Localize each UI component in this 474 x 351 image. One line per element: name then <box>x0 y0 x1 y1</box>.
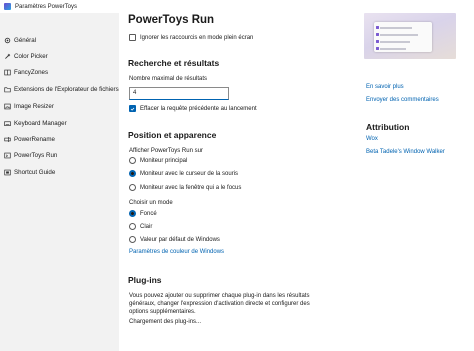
sidebar-item-shortcut-guide[interactable]: Shortcut Guide <box>0 165 119 179</box>
ignore-fullscreen-checkbox-row[interactable]: Ignorer les raccourcis en mode plein écr… <box>129 33 253 42</box>
mode-option-light[interactable]: Clair <box>129 222 152 231</box>
radio-button[interactable] <box>129 210 136 217</box>
fancyzones-icon <box>4 69 11 76</box>
clear-query-checkbox[interactable] <box>129 105 136 112</box>
sidebar-item-label: Color Picker <box>14 52 48 60</box>
max-results-input[interactable]: 4 <box>129 87 229 100</box>
sidebar-item-powertoys-run[interactable]: PowerToys Run <box>0 148 119 162</box>
sidebar-item-fancyzones[interactable]: FancyZones <box>0 65 119 79</box>
preview-card <box>374 22 432 52</box>
sidebar-item-label: PowerRename <box>14 135 55 143</box>
radio-button[interactable] <box>129 170 136 177</box>
keyboard-icon <box>4 120 11 127</box>
title-bar: Paramètres PowerToys <box>0 0 474 13</box>
window-title: Paramètres PowerToys <box>15 3 78 10</box>
preview-result-icon <box>376 26 379 29</box>
max-results-label: Nombre maximal de résultats <box>129 76 208 82</box>
position-section-title: Position et apparence <box>128 130 217 140</box>
ignore-fullscreen-checkbox[interactable] <box>129 34 136 41</box>
radio-label: Moniteur avec la fenêtre qui a le focus <box>140 184 242 191</box>
mode-label: Choisir un mode <box>129 200 173 206</box>
send-feedback-link[interactable]: Envoyer des commentaires <box>366 97 439 103</box>
sidebar-item-label: Shortcut Guide <box>14 168 56 176</box>
clear-query-label: Effacer la requête précédente au lanceme… <box>140 105 257 112</box>
radio-label: Foncé <box>140 210 157 217</box>
monitor-option-primary[interactable]: Moniteur principal <box>129 156 187 165</box>
plugins-description: Vous pouvez ajouter ou supprimer chaque … <box>129 293 310 316</box>
sidebar-item-image-resizer[interactable]: Image Resizer <box>0 99 119 113</box>
powertoys-logo-icon <box>4 3 11 10</box>
main-content: PowerToys Run Ignorer les raccourcis en … <box>119 13 355 351</box>
sidebar-item-color-picker[interactable]: Color Picker <box>0 49 119 63</box>
sidebar-item-label: Keyboard Manager <box>14 119 67 127</box>
attribution-link-wox[interactable]: Wox <box>366 136 378 142</box>
monitor-option-cursor[interactable]: Moniteur avec le curseur de la souris <box>129 169 238 178</box>
clear-query-checkbox-row[interactable]: Effacer la requête précédente au lanceme… <box>129 104 257 113</box>
sidebar-item-keyboard-manager[interactable]: Keyboard Manager <box>0 116 119 130</box>
preview-result-line <box>380 27 412 29</box>
plugins-section-title: Plug-ins <box>128 275 162 285</box>
show-on-label: Afficher PowerToys Run sur <box>129 148 203 154</box>
page-title: PowerToys Run <box>128 14 215 26</box>
sidebar-item-general[interactable]: Général <box>0 33 119 47</box>
color-picker-icon <box>4 53 11 60</box>
radio-button[interactable] <box>129 184 136 191</box>
search-section-title: Recherche et résultats <box>128 58 220 68</box>
sidebar-item-file-explorer[interactable]: Extensions de l'Explorateur de fichiers <box>0 82 119 96</box>
preview-result-icon <box>376 33 379 36</box>
preview-result-icon <box>376 47 379 50</box>
image-resizer-icon <box>4 103 11 110</box>
sidebar: Général Color Picker FancyZones Extensio… <box>0 13 119 351</box>
sidebar-item-label: PowerToys Run <box>14 151 58 159</box>
sidebar-item-label: Général <box>14 36 37 44</box>
rename-icon <box>4 136 11 143</box>
monitor-option-focus[interactable]: Moniteur avec la fenêtre qui a le focus <box>129 183 241 192</box>
mode-option-windows-default[interactable]: Valeur par défaut de Windows <box>129 235 220 244</box>
learn-more-link[interactable]: En savoir plus <box>366 84 404 90</box>
attribution-link-window-walker[interactable]: Beta Tadele's Window Walker <box>366 149 445 155</box>
sidebar-item-powerrename[interactable]: PowerRename <box>0 132 119 146</box>
sidebar-item-label: Extensions de l'Explorateur de fichiers <box>14 85 119 93</box>
preview-result-line <box>380 34 418 36</box>
preview-result-line <box>380 41 410 43</box>
mode-option-dark[interactable]: Foncé <box>129 209 157 218</box>
sidebar-item-label: FancyZones <box>14 68 49 76</box>
radio-label: Clair <box>140 223 153 230</box>
file-explorer-icon <box>4 86 11 93</box>
attribution-title: Attribution <box>366 122 410 132</box>
sidebar-item-label: Image Resizer <box>14 102 54 110</box>
preview-result-icon <box>376 40 379 43</box>
right-panel: En savoir plus Envoyer des commentaires … <box>355 13 474 351</box>
radio-button[interactable] <box>129 236 136 243</box>
plugins-loading-text: Chargement des plug-ins... <box>129 319 202 325</box>
radio-label: Valeur par défaut de Windows <box>140 236 220 243</box>
ignore-fullscreen-label: Ignorer les raccourcis en mode plein écr… <box>140 34 254 41</box>
windows-color-settings-link[interactable]: Paramètres de couleur de Windows <box>129 249 224 255</box>
radio-button[interactable] <box>129 157 136 164</box>
shortcut-guide-icon <box>4 169 11 176</box>
run-icon <box>4 152 11 159</box>
checkmark-icon <box>130 107 135 111</box>
gear-icon <box>4 37 11 44</box>
radio-button[interactable] <box>129 223 136 230</box>
powertoys-run-preview-image <box>364 13 456 59</box>
radio-label: Moniteur principal <box>140 157 188 164</box>
radio-label: Moniteur avec le curseur de la souris <box>140 170 239 177</box>
preview-result-line <box>380 48 406 50</box>
